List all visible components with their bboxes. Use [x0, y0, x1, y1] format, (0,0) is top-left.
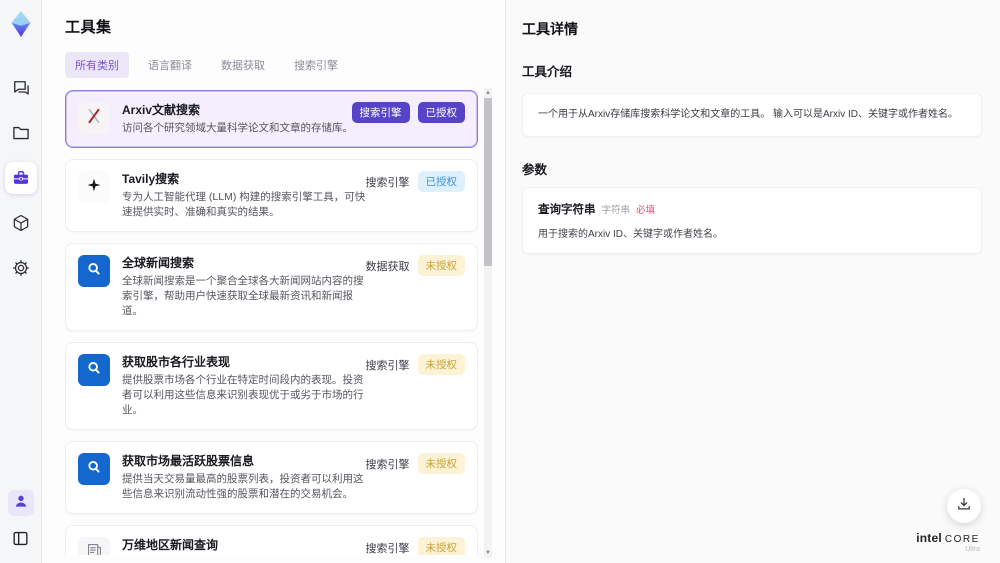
tool-category-badge: 搜索引擎 [365, 542, 410, 555]
app-logo-icon [7, 10, 35, 38]
chat-nav-button[interactable] [5, 72, 37, 104]
blue-magnifier-icon [84, 457, 104, 482]
brand-intel-text: intel [916, 531, 942, 545]
tool-card[interactable]: 万维地区新闻查询 查询具体行政区划内的新闻，快速了解各地新闻动 搜索引擎 未授权 [65, 525, 478, 555]
icon-rail [0, 0, 42, 563]
user-icon [13, 493, 29, 514]
toolbox-icon [11, 168, 31, 188]
blue-magnifier-icon [84, 259, 104, 284]
auth-status-badge: 未授权 [417, 354, 465, 375]
tab-搜索引擎[interactable]: 搜索引擎 [284, 52, 348, 78]
param-description: 用于搜索的Arxiv ID、关键字或作者姓名。 [538, 229, 723, 240]
tool-card[interactable]: Arxiv文献搜索 访问各个研究领域大量科学论文和文章的存储库。 搜索引擎 已授… [65, 90, 478, 148]
rail-nav [4, 72, 37, 284]
list-scrollbar[interactable]: ▲ ▼ [484, 88, 492, 558]
param-name: 查询字符串 [538, 204, 596, 216]
tool-category-badge: 数据获取 [365, 260, 410, 273]
package-icon [11, 213, 31, 233]
tool-category-badge: 搜索引擎 [365, 359, 410, 372]
folder-icon [11, 123, 31, 143]
tool-description: 提供当天交易量最高的股票列表，投资者可以利用这些信息来识别流动性强的股票和潜在的… [122, 473, 364, 500]
tool-card[interactable]: Tavily搜索 专为人工智能代理 (LLM) 构建的搜索引擎工具，可快速提供实… [65, 159, 478, 232]
scroll-up-arrow-icon[interactable]: ▲ [484, 88, 492, 98]
tool-card[interactable]: 获取股市各行业表现 提供股票市场各个行业在特定时间段内的表现。投资者可以利用这些… [65, 342, 478, 430]
scroll-down-arrow-icon[interactable]: ▼ [484, 548, 492, 558]
chat-icon [11, 78, 31, 98]
auth-status-badge: 已授权 [417, 102, 465, 123]
tool-icon [78, 453, 110, 485]
settings-gear-icon [11, 258, 31, 278]
tool-description: 提供股票市场各个行业在特定时间段内的表现。投资者可以利用这些信息来识别表现优于或… [122, 374, 364, 416]
tool-category-badge: 搜索引擎 [351, 102, 410, 123]
download-icon [955, 495, 973, 518]
auth-status-badge: 未授权 [417, 453, 465, 474]
param-type: 字符串 [601, 205, 631, 216]
brand-core-text: CORE [944, 534, 980, 545]
tool-list-panel: 工具集 所有类别 语言翻译 数据获取 搜索引擎 Arxiv文献搜索 访问各个研究领域大… [42, 0, 505, 563]
intro-heading: 工具介绍 [522, 65, 573, 79]
newspaper-icon [85, 541, 104, 555]
rail-bottom [7, 490, 34, 551]
app-window: 工具集 所有类别 语言翻译 数据获取 搜索引擎 Arxiv文献搜索 访问各个研究领域大… [0, 0, 1000, 563]
tab-所有类别[interactable]: 所有类别 [65, 52, 129, 78]
collapse-panel-icon [11, 529, 30, 548]
tool-icon [78, 354, 110, 386]
tab-数据获取[interactable]: 数据获取 [211, 52, 275, 78]
tool-category-badge: 搜索引擎 [365, 176, 410, 189]
page-title: 工具集 [65, 19, 112, 36]
collapse-panel-button[interactable] [8, 525, 34, 551]
tool-icon [78, 255, 110, 287]
arxiv-logo-icon [84, 106, 104, 131]
blue-magnifier-icon [84, 358, 104, 383]
auth-status-badge: 已授权 [417, 171, 465, 192]
intel-core-logo: intel CORE Ultra [910, 531, 986, 553]
user-account-button[interactable] [7, 490, 34, 516]
package-nav-button[interactable] [5, 207, 37, 239]
download-button[interactable] [947, 489, 981, 523]
params-heading: 参数 [522, 163, 548, 177]
tab-语言翻译[interactable]: 语言翻译 [138, 52, 202, 78]
category-tabs: 所有类别 语言翻译 数据获取 搜索引擎 [65, 52, 505, 78]
detail-title: 工具详情 [522, 21, 578, 37]
param-card: 查询字符串 字符串 必填 用于搜索的Arxiv ID、关键字或作者姓名。 [522, 187, 982, 254]
tool-description: 访问各个研究领域大量科学论文和文章的存储库。 [122, 122, 353, 134]
tool-description: 专为人工智能代理 (LLM) 构建的搜索引擎工具，可快速提供实时、准确和真实的结… [122, 191, 366, 218]
scrollbar-thumb[interactable] [484, 98, 492, 266]
folder-nav-button[interactable] [5, 117, 37, 149]
settings-nav-button[interactable] [5, 252, 37, 284]
tool-list: Arxiv文献搜索 访问各个研究领域大量科学论文和文章的存储库。 搜索引擎 已授… [65, 90, 478, 555]
tool-icon [78, 537, 110, 555]
tool-category-badge: 搜索引擎 [365, 458, 410, 471]
intro-card: 一个用于从Arxiv存储库搜索科学论文和文章的工具。 输入可以是Arxiv ID… [522, 93, 982, 137]
tool-detail-panel: 工具详情 工具介绍 一个用于从Arxiv存储库搜索科学论文和文章的工具。 输入可… [505, 0, 1000, 563]
tool-icon [78, 171, 110, 203]
param-required-flag: 必填 [636, 205, 656, 216]
brand-sub-text: Ultra [965, 546, 980, 553]
auth-status-badge: 未授权 [417, 255, 465, 276]
tool-card[interactable]: 全球新闻搜索 全球新闻搜索是一个聚合全球各大新闻网站内容的搜索引擎，帮助用户快速… [65, 243, 478, 331]
tool-card[interactable]: 获取市场最活跃股票信息 提供当天交易量最高的股票列表，投资者可以利用这些信息来识… [65, 441, 478, 514]
auth-status-badge: 未授权 [417, 537, 465, 555]
tool-description: 全球新闻搜索是一个聚合全球各大新闻网站内容的搜索引擎，帮助用户快速获取全球最新资… [122, 275, 364, 317]
toolbox-nav-button[interactable] [4, 162, 37, 194]
tavily-star-icon [85, 176, 103, 199]
tool-icon [78, 102, 110, 134]
